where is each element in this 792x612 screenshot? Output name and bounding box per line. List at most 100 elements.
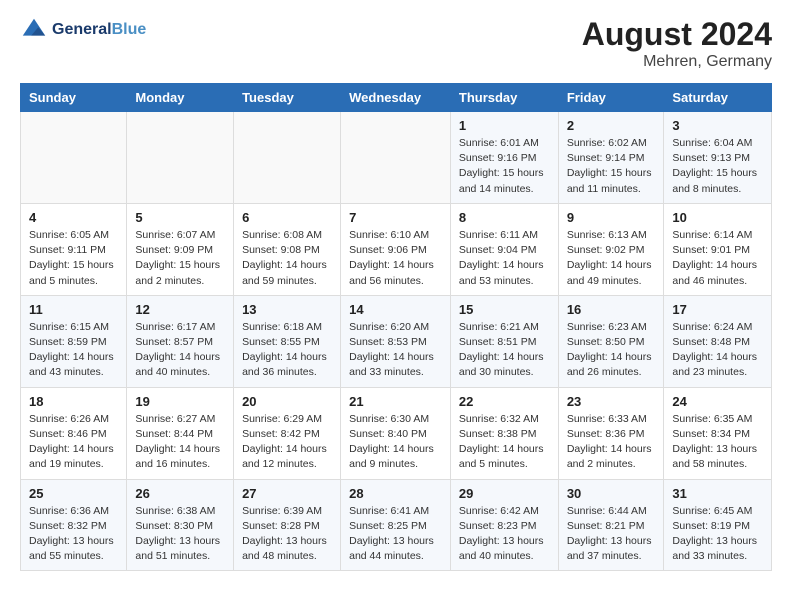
- day-info: Sunrise: 6:04 AM Sunset: 9:13 PM Dayligh…: [672, 136, 763, 197]
- day-info: Sunrise: 6:17 AM Sunset: 8:57 PM Dayligh…: [135, 320, 225, 381]
- page-container: GeneralBlue August 2024 Mehren, Germany …: [0, 0, 792, 587]
- day-number: 2: [567, 118, 656, 133]
- day-info: Sunrise: 6:44 AM Sunset: 8:21 PM Dayligh…: [567, 504, 656, 565]
- day-number: 24: [672, 394, 763, 409]
- day-number: 14: [349, 302, 442, 317]
- day-number: 7: [349, 210, 442, 225]
- calendar-cell-w3-d0: 11 Sunrise: 6:15 AM Sunset: 8:59 PM Dayli…: [21, 295, 127, 387]
- calendar-cell-w3-d1: 12 Sunrise: 6:17 AM Sunset: 8:57 PM Dayli…: [127, 295, 234, 387]
- calendar-week-3: 11 Sunrise: 6:15 AM Sunset: 8:59 PM Dayli…: [21, 295, 772, 387]
- day-info: Sunrise: 6:38 AM Sunset: 8:30 PM Dayligh…: [135, 504, 225, 565]
- subtitle: Mehren, Germany: [582, 53, 772, 71]
- day-info: Sunrise: 6:29 AM Sunset: 8:42 PM Dayligh…: [242, 412, 332, 473]
- logo-text: GeneralBlue: [52, 21, 146, 39]
- day-info: Sunrise: 6:23 AM Sunset: 8:50 PM Dayligh…: [567, 320, 656, 381]
- day-info: Sunrise: 6:27 AM Sunset: 8:44 PM Dayligh…: [135, 412, 225, 473]
- calendar-header-row: Sunday Monday Tuesday Wednesday Thursday…: [21, 84, 772, 112]
- calendar-week-2: 4 Sunrise: 6:05 AM Sunset: 9:11 PM Daylig…: [21, 203, 772, 295]
- day-number: 20: [242, 394, 332, 409]
- calendar-cell-w3-d3: 14Sunrise: 6:20 AM Sunset: 8:53 PM Dayli…: [341, 295, 451, 387]
- day-info: Sunrise: 6:08 AM Sunset: 9:08 PM Dayligh…: [242, 228, 332, 289]
- day-number: 28: [349, 486, 442, 501]
- day-info: Sunrise: 6:35 AM Sunset: 8:34 PM Dayligh…: [672, 412, 763, 473]
- calendar-cell-w1-d1: [127, 112, 234, 204]
- day-info: Sunrise: 6:21 AM Sunset: 8:51 PM Dayligh…: [459, 320, 550, 381]
- day-info: Sunrise: 6:30 AM Sunset: 8:40 PM Dayligh…: [349, 412, 442, 473]
- day-number: 26: [135, 486, 225, 501]
- day-number: 25: [29, 486, 118, 501]
- calendar-cell-w5-d4: 29 Sunrise: 6:42 AM Sunset: 8:23 PM Dayli…: [450, 479, 558, 571]
- day-info: Sunrise: 6:05 AM Sunset: 9:11 PM Dayligh…: [29, 228, 118, 289]
- col-wednesday: Wednesday: [341, 84, 451, 112]
- calendar-cell-w2-d4: 8Sunrise: 6:11 AM Sunset: 9:04 PM Daylig…: [450, 203, 558, 295]
- calendar-week-4: 18 Sunrise: 6:26 AM Sunset: 8:46 PM Dayli…: [21, 387, 772, 479]
- day-info: Sunrise: 6:14 AM Sunset: 9:01 PM Dayligh…: [672, 228, 763, 289]
- col-sunday: Sunday: [21, 84, 127, 112]
- day-number: 13: [242, 302, 332, 317]
- day-number: 31: [672, 486, 763, 501]
- calendar-cell-w1-d4: 1 Sunrise: 6:01 AM Sunset: 9:16 PM Daylig…: [450, 112, 558, 204]
- calendar-cell-w1-d6: 3 Sunrise: 6:04 AM Sunset: 9:13 PM Daylig…: [664, 112, 772, 204]
- day-number: 5: [135, 210, 225, 225]
- calendar-table: Sunday Monday Tuesday Wednesday Thursday…: [20, 83, 772, 571]
- calendar-cell-w4-d1: 19 Sunrise: 6:27 AM Sunset: 8:44 PM Dayli…: [127, 387, 234, 479]
- day-number: 16: [567, 302, 656, 317]
- calendar-cell-w2-d6: 10 Sunrise: 6:14 AM Sunset: 9:01 PM Dayli…: [664, 203, 772, 295]
- day-info: Sunrise: 6:15 AM Sunset: 8:59 PM Dayligh…: [29, 320, 118, 381]
- day-number: 19: [135, 394, 225, 409]
- day-number: 4: [29, 210, 118, 225]
- main-title: August 2024: [582, 16, 772, 53]
- day-number: 9: [567, 210, 656, 225]
- calendar-cell-w3-d6: 17Sunrise: 6:24 AM Sunset: 8:48 PM Dayli…: [664, 295, 772, 387]
- calendar-cell-w5-d1: 26 Sunrise: 6:38 AM Sunset: 8:30 PM Dayli…: [127, 479, 234, 571]
- day-info: Sunrise: 6:45 AM Sunset: 8:19 PM Dayligh…: [672, 504, 763, 565]
- logo: GeneralBlue: [20, 16, 146, 44]
- calendar-cell-w5-d0: 25 Sunrise: 6:36 AM Sunset: 8:32 PM Dayli…: [21, 479, 127, 571]
- logo-icon: [20, 16, 48, 44]
- col-saturday: Saturday: [664, 84, 772, 112]
- day-info: Sunrise: 6:42 AM Sunset: 8:23 PM Dayligh…: [459, 504, 550, 565]
- calendar-cell-w4-d5: 23Sunrise: 6:33 AM Sunset: 8:36 PM Dayli…: [558, 387, 664, 479]
- day-info: Sunrise: 6:18 AM Sunset: 8:55 PM Dayligh…: [242, 320, 332, 381]
- calendar-cell-w5-d6: 31 Sunrise: 6:45 AM Sunset: 8:19 PM Dayli…: [664, 479, 772, 571]
- day-info: Sunrise: 6:24 AM Sunset: 8:48 PM Dayligh…: [672, 320, 763, 381]
- calendar-cell-w3-d4: 15 Sunrise: 6:21 AM Sunset: 8:51 PM Dayli…: [450, 295, 558, 387]
- day-number: 15: [459, 302, 550, 317]
- day-number: 12: [135, 302, 225, 317]
- day-number: 8: [459, 210, 550, 225]
- calendar-cell-w2-d3: 7 Sunrise: 6:10 AM Sunset: 9:06 PM Daylig…: [341, 203, 451, 295]
- day-info: Sunrise: 6:26 AM Sunset: 8:46 PM Dayligh…: [29, 412, 118, 473]
- day-info: Sunrise: 6:01 AM Sunset: 9:16 PM Dayligh…: [459, 136, 550, 197]
- day-info: Sunrise: 6:39 AM Sunset: 8:28 PM Dayligh…: [242, 504, 332, 565]
- calendar-cell-w2-d2: 6Sunrise: 6:08 AM Sunset: 9:08 PM Daylig…: [234, 203, 341, 295]
- calendar-week-1: 1 Sunrise: 6:01 AM Sunset: 9:16 PM Daylig…: [21, 112, 772, 204]
- col-tuesday: Tuesday: [234, 84, 341, 112]
- col-thursday: Thursday: [450, 84, 558, 112]
- calendar-cell-w1-d0: [21, 112, 127, 204]
- calendar-cell-w3-d5: 16 Sunrise: 6:23 AM Sunset: 8:50 PM Dayli…: [558, 295, 664, 387]
- day-info: Sunrise: 6:07 AM Sunset: 9:09 PM Dayligh…: [135, 228, 225, 289]
- calendar-cell-w3-d2: 13 Sunrise: 6:18 AM Sunset: 8:55 PM Dayli…: [234, 295, 341, 387]
- calendar-cell-w5-d3: 28Sunrise: 6:41 AM Sunset: 8:25 PM Dayli…: [341, 479, 451, 571]
- day-number: 3: [672, 118, 763, 133]
- calendar-cell-w2-d5: 9 Sunrise: 6:13 AM Sunset: 9:02 PM Daylig…: [558, 203, 664, 295]
- day-info: Sunrise: 6:13 AM Sunset: 9:02 PM Dayligh…: [567, 228, 656, 289]
- calendar-cell-w4-d3: 21 Sunrise: 6:30 AM Sunset: 8:40 PM Dayli…: [341, 387, 451, 479]
- day-number: 29: [459, 486, 550, 501]
- day-number: 21: [349, 394, 442, 409]
- calendar-week-5: 25 Sunrise: 6:36 AM Sunset: 8:32 PM Dayli…: [21, 479, 772, 571]
- day-number: 22: [459, 394, 550, 409]
- day-number: 11: [29, 302, 118, 317]
- calendar-cell-w5-d2: 27Sunrise: 6:39 AM Sunset: 8:28 PM Dayli…: [234, 479, 341, 571]
- header: GeneralBlue August 2024 Mehren, Germany: [20, 16, 772, 71]
- col-monday: Monday: [127, 84, 234, 112]
- day-info: Sunrise: 6:02 AM Sunset: 9:14 PM Dayligh…: [567, 136, 656, 197]
- day-info: Sunrise: 6:36 AM Sunset: 8:32 PM Dayligh…: [29, 504, 118, 565]
- day-info: Sunrise: 6:33 AM Sunset: 8:36 PM Dayligh…: [567, 412, 656, 473]
- calendar-cell-w4-d2: 20 Sunrise: 6:29 AM Sunset: 8:42 PM Dayli…: [234, 387, 341, 479]
- day-number: 10: [672, 210, 763, 225]
- day-number: 18: [29, 394, 118, 409]
- day-info: Sunrise: 6:10 AM Sunset: 9:06 PM Dayligh…: [349, 228, 442, 289]
- day-number: 1: [459, 118, 550, 133]
- calendar-cell-w4-d6: 24 Sunrise: 6:35 AM Sunset: 8:34 PM Dayli…: [664, 387, 772, 479]
